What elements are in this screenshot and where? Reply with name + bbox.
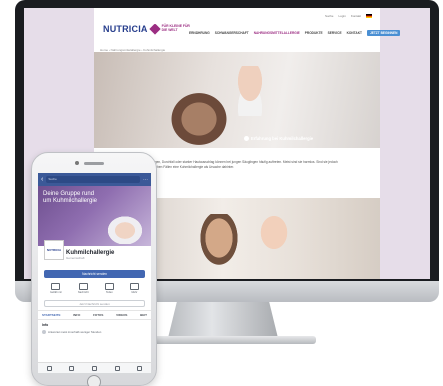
share-label: Teilen <box>106 291 113 294</box>
nav-item-service[interactable]: SERVICE <box>328 31 342 35</box>
page-actions: Gefällt mir Nachricht Teilen Mehr <box>38 280 151 297</box>
mother-photo <box>164 92 234 148</box>
heart-icon <box>148 23 161 35</box>
nav-item-allergie[interactable]: NAHRUNGSMITTELALLERGIE <box>254 31 300 35</box>
logo-wordmark: NUTRICIA <box>103 24 148 34</box>
cover-photo: Deine Gruppe rund um Kuhmilchallergie <box>38 186 151 246</box>
utility-contact[interactable]: Kontakt <box>351 14 361 18</box>
nav-item-ernaehrung[interactable]: ERNÄHRUNG <box>189 31 210 35</box>
page-avatar[interactable]: NUTRICIA <box>44 240 64 260</box>
menu-icon[interactable] <box>137 365 143 371</box>
hero-video-link[interactable]: Erfahrung bei Kuhmilchallergie <box>244 136 313 141</box>
site-header: NUTRICIA FÜR KLEINE FÜR DIE WELT Suche L… <box>94 8 401 45</box>
avatar-logo-text: NUTRICIA <box>46 248 62 252</box>
tab-fotos[interactable]: FOTOS <box>93 313 103 317</box>
baby-photo-2 <box>252 210 296 260</box>
father-photo <box>194 214 244 274</box>
utility-links: Suche Login Kontakt <box>325 14 372 18</box>
monitor-stand <box>168 302 278 338</box>
like-icon <box>51 283 61 290</box>
more-action[interactable]: Mehr <box>129 283 139 294</box>
nav-item-produkte[interactable]: PRODUKTE <box>305 31 323 35</box>
message-icon <box>78 283 88 290</box>
more-label: Mehr <box>131 291 138 294</box>
logo-tagline: FÜR KLEINE FÜR DIE WELT <box>161 24 190 32</box>
message-action[interactable]: Nachricht <box>78 283 89 294</box>
clock-icon <box>42 330 46 334</box>
notifications-icon[interactable] <box>114 365 120 371</box>
marketplace-icon[interactable] <box>91 365 97 371</box>
nav-item-schwangerschaft[interactable]: SCHWANGERSCHAFT <box>215 31 249 35</box>
utility-search[interactable]: Suche <box>325 14 334 18</box>
info-card-text: Antwortet meist innerhalb weniger Stunde… <box>48 330 102 334</box>
info-card-title: Info <box>42 323 49 327</box>
page-profile: NUTRICIA Kuhmilchallergie Gemeinschaft <box>38 240 151 268</box>
baby-photo <box>229 66 271 116</box>
utility-login[interactable]: Login <box>338 14 345 18</box>
news-feed-icon[interactable] <box>46 365 52 371</box>
tab-videos[interactable]: VIDEOS <box>116 313 127 317</box>
camera-icon <box>75 161 79 165</box>
tab-startseite[interactable]: STARTSEITE <box>42 313 60 317</box>
message-field[interactable]: Jetzt Nachricht senden <box>44 300 145 307</box>
share-action[interactable]: Teilen <box>104 283 114 294</box>
smartphone: ‹ Suche ⋯ Deine Gruppe rund um Kuhmilcha… <box>31 152 157 386</box>
back-arrow-icon[interactable]: ‹ <box>41 176 43 183</box>
speaker-grille <box>84 162 104 165</box>
play-icon <box>244 136 249 141</box>
tab-info[interactable]: INFO <box>73 313 80 317</box>
page-tabs: STARTSEITE INFO FOTOS VIDEOS BEIT <box>38 310 151 320</box>
info-card-line: Antwortet meist innerhalb weniger Stunde… <box>42 330 147 334</box>
nav-item-kontakt[interactable]: KONTAKT <box>347 31 362 35</box>
more-options-icon <box>129 283 139 290</box>
send-message-button[interactable]: Nachricht senden <box>44 270 145 278</box>
product-mockup: NUTRICIA FÜR KLEINE FÜR DIE WELT Suche L… <box>0 0 443 386</box>
hero-caption-text: Erfahrung bei Kuhmilchallergie <box>251 136 314 141</box>
message-label: Nachricht <box>77 291 89 294</box>
tab-beitraege[interactable]: BEIT <box>140 313 147 317</box>
like-action[interactable]: Gefällt mir <box>50 283 62 294</box>
nutricia-logo[interactable]: NUTRICIA FÜR KLEINE FÜR DIE WELT <box>103 22 192 36</box>
groups-icon[interactable] <box>69 365 75 371</box>
cover-baby-photo <box>105 214 145 244</box>
facebook-top-bar: ‹ Suche ⋯ <box>38 173 151 186</box>
cta-button[interactable]: JETZT BEGINNEN <box>366 30 401 36</box>
facebook-search-input[interactable]: Suche <box>46 176 140 183</box>
home-button[interactable] <box>87 375 101 386</box>
hero-image: Erfahrung bei Kuhmilchallergie <box>94 52 380 148</box>
facebook-bottom-bar <box>38 362 151 373</box>
like-label: Gefällt mir <box>50 291 62 294</box>
more-icon[interactable]: ⋯ <box>143 177 148 183</box>
german-flag-icon[interactable] <box>366 14 372 18</box>
main-nav: ERNÄHRUNG SCHWANGERSCHAFT NAHRUNGSMITTEL… <box>189 30 401 36</box>
info-card: Info Antwortet meist innerhalb weniger S… <box>38 320 151 337</box>
share-icon <box>104 283 114 290</box>
phone-screen: ‹ Suche ⋯ Deine Gruppe rund um Kuhmilcha… <box>38 173 151 373</box>
monitor-foot <box>130 336 316 344</box>
page-category: Gemeinschaft <box>66 256 85 260</box>
cover-headline: Deine Gruppe rund um Kuhmilchallergie <box>43 191 98 204</box>
